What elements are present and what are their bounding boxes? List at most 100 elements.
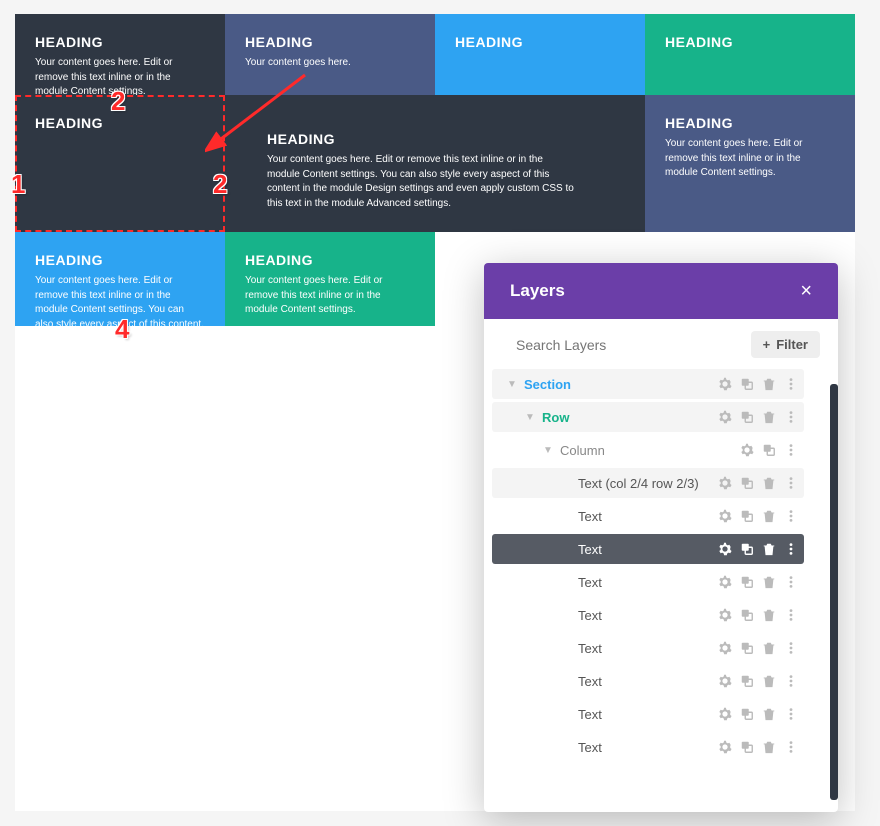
gear-icon[interactable] xyxy=(718,707,732,721)
module-r1c2[interactable]: HEADING Your content goes here. xyxy=(225,14,435,95)
heading: HEADING xyxy=(455,34,625,50)
layer-row-mod[interactable]: Text xyxy=(492,633,804,663)
heading: HEADING xyxy=(267,131,625,147)
trash-icon[interactable] xyxy=(762,674,776,688)
layer-row-col[interactable]: ▼Column xyxy=(492,435,804,465)
trash-icon[interactable] xyxy=(762,410,776,424)
trash-icon[interactable] xyxy=(762,740,776,754)
trash-icon[interactable] xyxy=(762,542,776,556)
layers-header[interactable]: Layers × xyxy=(484,263,838,319)
more-icon[interactable] xyxy=(784,542,798,556)
heading: HEADING xyxy=(665,115,835,131)
heading: HEADING xyxy=(245,34,415,50)
trash-icon[interactable] xyxy=(762,476,776,490)
layer-label: Text xyxy=(578,509,718,524)
more-icon[interactable] xyxy=(784,443,798,457)
caret-icon[interactable]: ▼ xyxy=(524,412,536,423)
layer-actions xyxy=(718,641,804,655)
trash-icon[interactable] xyxy=(762,377,776,391)
more-icon[interactable] xyxy=(784,575,798,589)
layer-row-mod[interactable]: Text (col 2/4 row 2/3) xyxy=(492,468,804,498)
filter-button[interactable]: + Filter xyxy=(751,331,820,358)
more-icon[interactable] xyxy=(784,509,798,523)
duplicate-icon[interactable] xyxy=(740,641,754,655)
layer-label: Text xyxy=(578,707,718,722)
duplicate-icon[interactable] xyxy=(740,476,754,490)
layer-actions xyxy=(740,443,804,457)
body: Your content goes here. Edit or remove t… xyxy=(245,274,415,318)
more-icon[interactable] xyxy=(784,707,798,721)
module-r2c1-selected[interactable]: HEADING xyxy=(15,95,225,232)
layer-row-row[interactable]: ▼Row xyxy=(492,402,804,432)
duplicate-icon[interactable] xyxy=(740,674,754,688)
body: Your content goes here. Edit or remove t… xyxy=(35,56,205,100)
trash-icon[interactable] xyxy=(762,509,776,523)
layer-row-mod[interactable]: Text xyxy=(492,567,804,597)
gear-icon[interactable] xyxy=(718,740,732,754)
module-r1c3[interactable]: HEADING xyxy=(435,14,645,95)
caret-icon[interactable]: ▼ xyxy=(506,379,518,390)
trash-icon[interactable] xyxy=(762,608,776,622)
more-icon[interactable] xyxy=(784,674,798,688)
layer-label: Text xyxy=(578,542,718,557)
gear-icon[interactable] xyxy=(718,542,732,556)
duplicate-icon[interactable] xyxy=(740,740,754,754)
heading: HEADING xyxy=(35,115,205,131)
more-icon[interactable] xyxy=(784,476,798,490)
body: Your content goes here. Edit or remove t… xyxy=(35,274,205,332)
more-icon[interactable] xyxy=(784,740,798,754)
duplicate-icon[interactable] xyxy=(740,542,754,556)
module-r1c1[interactable]: HEADING Your content goes here. Edit or … xyxy=(15,14,225,95)
layer-label: Text (col 2/4 row 2/3) xyxy=(578,476,718,491)
gear-icon[interactable] xyxy=(718,410,732,424)
layer-label: Text xyxy=(578,608,718,623)
layer-row-mod[interactable]: Text xyxy=(492,699,804,729)
heading: HEADING xyxy=(35,34,205,50)
gear-icon[interactable] xyxy=(718,674,732,688)
layer-actions xyxy=(718,509,804,523)
gear-icon[interactable] xyxy=(718,377,732,391)
gear-icon[interactable] xyxy=(718,641,732,655)
module-r2c4[interactable]: HEADING Your content goes here. Edit or … xyxy=(645,95,855,232)
duplicate-icon[interactable] xyxy=(740,410,754,424)
caret-icon[interactable]: ▼ xyxy=(542,445,554,456)
gear-icon[interactable] xyxy=(718,509,732,523)
layer-label: Text xyxy=(578,575,718,590)
more-icon[interactable] xyxy=(784,608,798,622)
scrollbar[interactable] xyxy=(830,384,838,800)
layer-row-mod[interactable]: Text xyxy=(492,600,804,630)
gear-icon[interactable] xyxy=(718,608,732,622)
trash-icon[interactable] xyxy=(762,707,776,721)
layer-row-mod[interactable]: Text xyxy=(492,501,804,531)
trash-icon[interactable] xyxy=(762,575,776,589)
duplicate-icon[interactable] xyxy=(740,608,754,622)
filter-label: Filter xyxy=(776,337,808,352)
more-icon[interactable] xyxy=(784,410,798,424)
module-r3c1[interactable]: HEADING Your content goes here. Edit or … xyxy=(15,232,225,326)
more-icon[interactable] xyxy=(784,641,798,655)
heading: HEADING xyxy=(35,252,205,268)
more-icon[interactable] xyxy=(784,377,798,391)
duplicate-icon[interactable] xyxy=(740,377,754,391)
gear-icon[interactable] xyxy=(718,575,732,589)
module-r3c2[interactable]: HEADING Your content goes here. Edit or … xyxy=(225,232,435,326)
layers-panel[interactable]: Layers × + Filter ▼Section▼Row▼Column Tex… xyxy=(484,263,838,812)
close-icon[interactable]: × xyxy=(800,280,812,303)
gear-icon[interactable] xyxy=(718,476,732,490)
layer-row-mod[interactable]: Text xyxy=(492,534,804,564)
module-r2c23[interactable]: HEADING Your content goes here. Edit or … xyxy=(225,95,645,232)
duplicate-icon[interactable] xyxy=(740,509,754,523)
layer-actions xyxy=(718,608,804,622)
trash-icon[interactable] xyxy=(762,641,776,655)
duplicate-icon[interactable] xyxy=(740,575,754,589)
search-input[interactable] xyxy=(516,337,743,353)
duplicate-icon[interactable] xyxy=(762,443,776,457)
layer-row-mod[interactable]: Text xyxy=(492,666,804,696)
body: Your content goes here. xyxy=(245,56,415,71)
layer-actions xyxy=(718,707,804,721)
duplicate-icon[interactable] xyxy=(740,707,754,721)
layer-row-mod[interactable]: Text xyxy=(492,732,804,762)
layer-row-section[interactable]: ▼Section xyxy=(492,369,804,399)
module-r1c4[interactable]: HEADING xyxy=(645,14,855,95)
gear-icon[interactable] xyxy=(740,443,754,457)
